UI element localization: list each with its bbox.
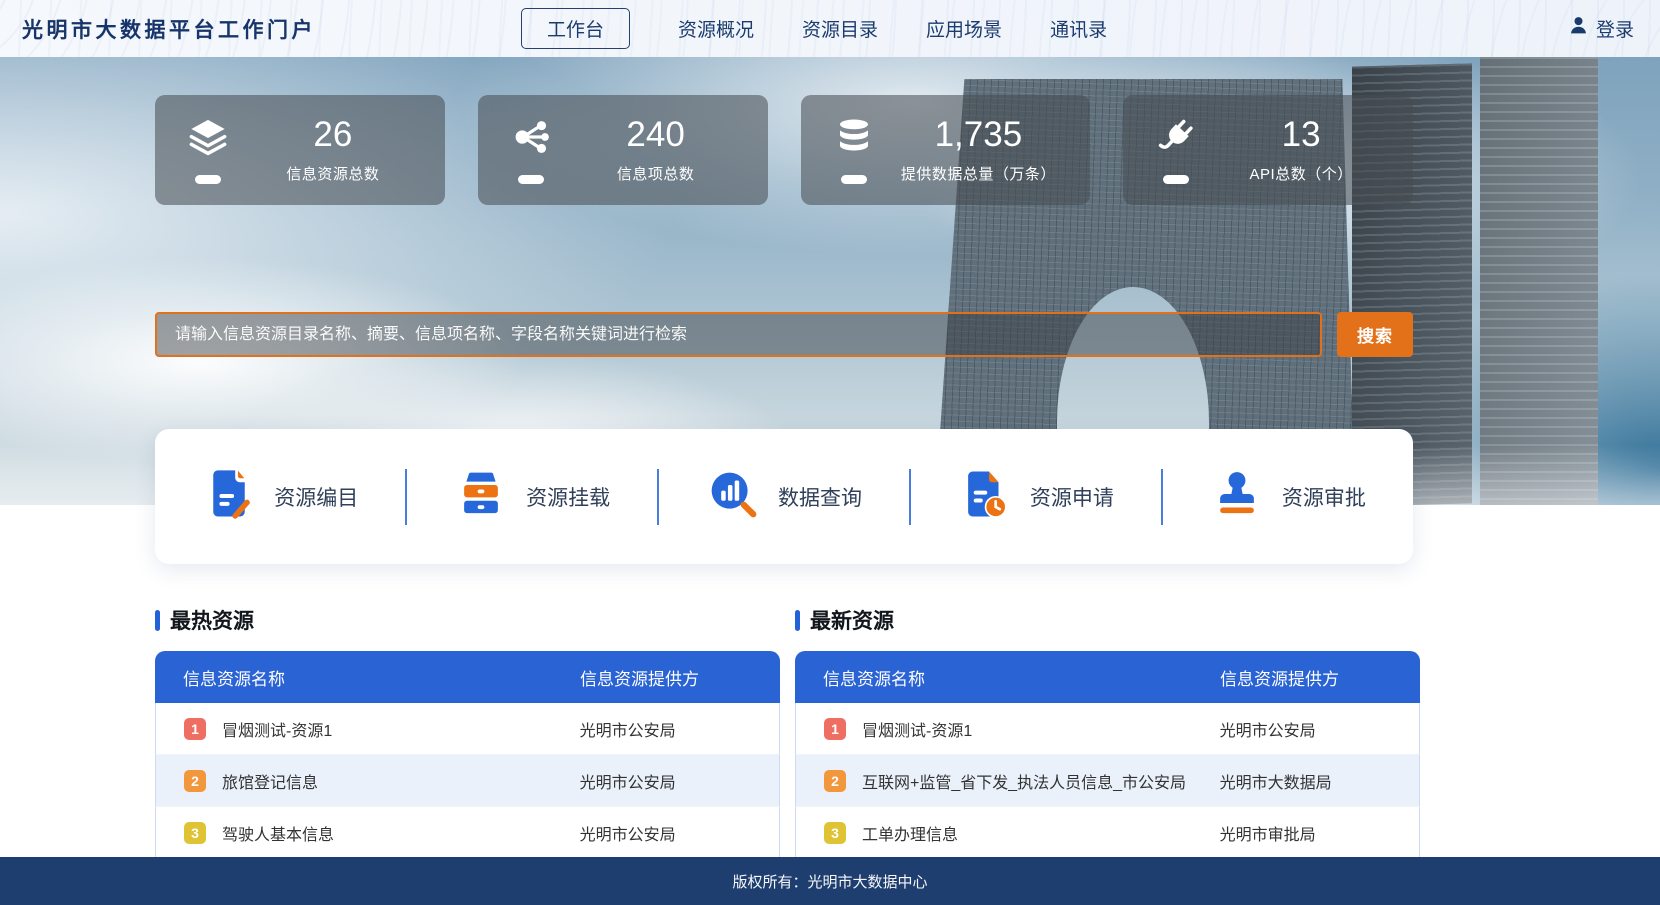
resource-name: 冒烟测试-资源1 [222, 717, 332, 741]
quick-link-mount[interactable]: 资源挂载 [407, 467, 657, 526]
table-row[interactable]: 2 互联网+监管_省下发_执法人员信息_市公安局 光明市大数据局 [795, 755, 1420, 807]
stat-label: 提供数据总量（万条） [893, 163, 1065, 184]
rank-badge: 2 [184, 770, 206, 792]
table-row[interactable]: 1 冒烟测试-资源1 光明市公安局 [155, 703, 780, 755]
column-header-name: 信息资源名称 [795, 665, 1220, 690]
rank-badge: 2 [824, 770, 846, 792]
section-accent-bar [155, 610, 160, 631]
resource-name: 互联网+监管_省下发_执法人员信息_市公安局 [862, 769, 1186, 793]
archive-icon [454, 467, 508, 526]
table-header: 信息资源名称 信息资源提供方 [155, 651, 780, 703]
stat-value: 13 [1215, 116, 1387, 155]
stat-dash [195, 175, 221, 184]
nav-item-resource-overview[interactable]: 资源概况 [678, 15, 754, 42]
quick-link-apply[interactable]: 资源申请 [911, 467, 1161, 526]
doc-edit-icon [202, 467, 256, 526]
quick-links-panel: 资源编目 资源挂载 数据查询 资源申请 资源审批 [155, 429, 1413, 564]
quick-link-data-query[interactable]: 数据查询 [659, 467, 909, 526]
resource-provider: 光明市公安局 [580, 717, 779, 741]
stat-label: API总数（个） [1215, 163, 1387, 184]
stat-card-resources: 26 信息资源总数 [155, 95, 445, 205]
rank-badge: 1 [824, 718, 846, 740]
quick-link-label: 资源挂载 [526, 482, 610, 512]
hot-resources-section: 最热资源 信息资源名称 信息资源提供方 1 冒烟测试-资源1 光明市公安局 2 旅馆… [155, 605, 780, 859]
section-title-latest: 最新资源 [810, 605, 894, 635]
quick-link-label: 数据查询 [778, 482, 862, 512]
search-input[interactable] [155, 312, 1322, 357]
main-nav: 工作台 资源概况 资源目录 应用场景 通讯录 [521, 8, 1107, 49]
nav-item-resource-catalog[interactable]: 资源目录 [802, 15, 878, 42]
table-header: 信息资源名称 信息资源提供方 [795, 651, 1420, 703]
stat-dash [518, 175, 544, 184]
resource-name: 旅馆登记信息 [222, 769, 318, 793]
section-accent-bar [795, 610, 800, 631]
stat-dash [1163, 175, 1189, 184]
login-button[interactable]: 登录 [1568, 15, 1634, 42]
resource-provider: 光明市大数据局 [1220, 769, 1419, 793]
latest-resources-table: 信息资源名称 信息资源提供方 1 冒烟测试-资源1 光明市公安局 2 互联网+监管_… [795, 651, 1420, 859]
stat-dash [841, 175, 867, 184]
stat-label: 信息资源总数 [247, 163, 419, 184]
resource-provider: 光明市公安局 [580, 821, 779, 845]
stat-label: 信息项总数 [570, 163, 742, 184]
stat-card-info-items: 240 信息项总数 [478, 95, 768, 205]
layers-icon [187, 116, 229, 163]
table-row[interactable]: 2 旅馆登记信息 光明市公安局 [155, 755, 780, 807]
quick-link-catalog[interactable]: 资源编目 [155, 467, 405, 526]
stat-card-api-total: 13 API总数（个） [1123, 95, 1413, 205]
quick-link-approve[interactable]: 资源审批 [1163, 467, 1413, 526]
stat-value: 240 [570, 116, 742, 155]
stat-value: 1,735 [893, 116, 1065, 155]
hot-resources-table: 信息资源名称 信息资源提供方 1 冒烟测试-资源1 光明市公安局 2 旅馆登记信息 … [155, 651, 780, 859]
latest-resources-section: 最新资源 信息资源名称 信息资源提供方 1 冒烟测试-资源1 光明市公安局 2 互联… [795, 605, 1420, 859]
resource-name: 工单办理信息 [862, 821, 958, 845]
rank-badge: 3 [184, 822, 206, 844]
database-icon [833, 116, 875, 163]
stamp-icon [1210, 467, 1264, 526]
quick-link-label: 资源编目 [274, 482, 358, 512]
quick-link-label: 资源申请 [1030, 482, 1114, 512]
copyright-text: 版权所有：光明市大数据中心 [732, 871, 927, 892]
nav-item-workbench[interactable]: 工作台 [521, 8, 630, 49]
nav-item-contacts[interactable]: 通讯录 [1050, 15, 1107, 42]
quick-link-label: 资源审批 [1282, 482, 1366, 512]
top-navbar: 光明市大数据平台工作门户 工作台 资源概况 资源目录 应用场景 通讯录 登录 [0, 0, 1660, 57]
table-row[interactable]: 3 驾驶人基本信息 光明市公安局 [155, 807, 780, 859]
section-title-hot: 最热资源 [170, 605, 254, 635]
rank-badge: 1 [184, 718, 206, 740]
user-icon [1568, 15, 1589, 42]
nav-item-app-scenarios[interactable]: 应用场景 [926, 15, 1002, 42]
doc-clock-icon [958, 467, 1012, 526]
column-header-provider: 信息资源提供方 [580, 665, 780, 690]
site-logo: 光明市大数据平台工作门户 [22, 14, 316, 44]
footer: 版权所有：光明市大数据中心 [0, 857, 1660, 905]
table-row[interactable]: 3 工单办理信息 光明市审批局 [795, 807, 1420, 859]
resource-provider: 光明市公安局 [580, 769, 779, 793]
api-plug-icon [1155, 116, 1197, 163]
search-chart-icon [706, 467, 760, 526]
rank-badge: 3 [824, 822, 846, 844]
stats-row: 26 信息资源总数 240 信息项总数 [155, 95, 1413, 205]
resource-provider: 光明市公安局 [1220, 717, 1419, 741]
search-bar: 搜索 [155, 312, 1413, 357]
column-header-provider: 信息资源提供方 [1220, 665, 1420, 690]
stat-card-data-volume: 1,735 提供数据总量（万条） [801, 95, 1091, 205]
column-header-name: 信息资源名称 [155, 665, 580, 690]
search-button[interactable]: 搜索 [1337, 312, 1413, 357]
main-content: 资源编目 资源挂载 数据查询 资源申请 资源审批 [155, 505, 1420, 859]
share-network-icon [510, 116, 552, 163]
resource-provider: 光明市审批局 [1220, 821, 1419, 845]
login-label: 登录 [1596, 15, 1634, 42]
stat-value: 26 [247, 116, 419, 155]
resource-name: 驾驶人基本信息 [222, 821, 334, 845]
resource-name: 冒烟测试-资源1 [862, 717, 972, 741]
table-row[interactable]: 1 冒烟测试-资源1 光明市公安局 [795, 703, 1420, 755]
